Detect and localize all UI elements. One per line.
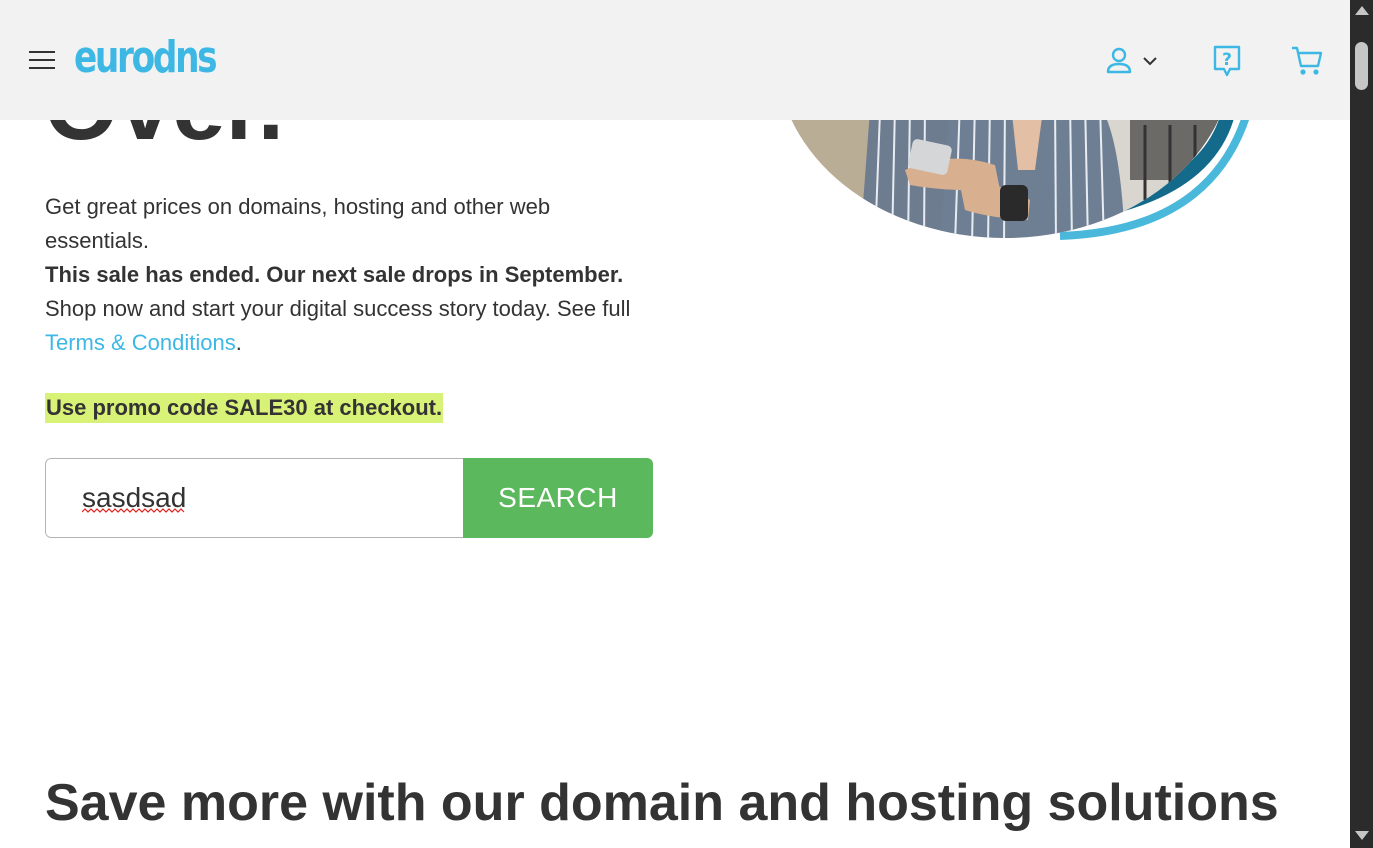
site-header: eurodns ? (0, 0, 1350, 120)
shop-now-copy: Shop now and start your digital success … (45, 296, 631, 321)
page: eurodns ? Over. (0, 0, 1350, 848)
help-question-icon: ? (1213, 45, 1241, 77)
scroll-up-arrow-icon[interactable] (1355, 6, 1369, 15)
user-icon (1106, 47, 1132, 74)
account-menu-button[interactable] (1104, 44, 1162, 78)
hero-description: Get great prices on domains, hosting and… (45, 190, 645, 360)
sale-ended-notice: This sale has ended. Our next sale drops… (45, 262, 624, 287)
promo-code-banner: Use promo code SALE30 at checkout. (45, 393, 444, 423)
scrollbar-thumb[interactable] (1355, 42, 1368, 90)
chevron-down-icon (1143, 57, 1157, 66)
spellcheck-underline (82, 508, 185, 513)
domain-search-input[interactable] (45, 458, 463, 538)
search-button[interactable]: SEARCH (463, 458, 653, 538)
cart-button[interactable] (1290, 44, 1324, 78)
vertical-scrollbar[interactable] (1350, 0, 1373, 848)
shopping-cart-icon (1292, 46, 1323, 75)
domain-search-form: SEARCH (45, 458, 653, 538)
help-button[interactable]: ? (1210, 44, 1244, 78)
terms-conditions-link[interactable]: Terms & Conditions (45, 330, 236, 355)
shop-now-text: Shop now and start your digital success … (45, 292, 645, 360)
svg-text:?: ? (1222, 50, 1232, 70)
eurodns-logo[interactable]: eurodns (74, 30, 218, 86)
terms-suffix: . (235, 330, 242, 355)
section-title: Save more with our domain and hosting so… (45, 774, 1279, 832)
hamburger-menu-icon[interactable] (29, 50, 55, 70)
scroll-down-arrow-icon[interactable] (1355, 831, 1369, 840)
hero-intro-text: Get great prices on domains, hosting and… (45, 194, 551, 253)
